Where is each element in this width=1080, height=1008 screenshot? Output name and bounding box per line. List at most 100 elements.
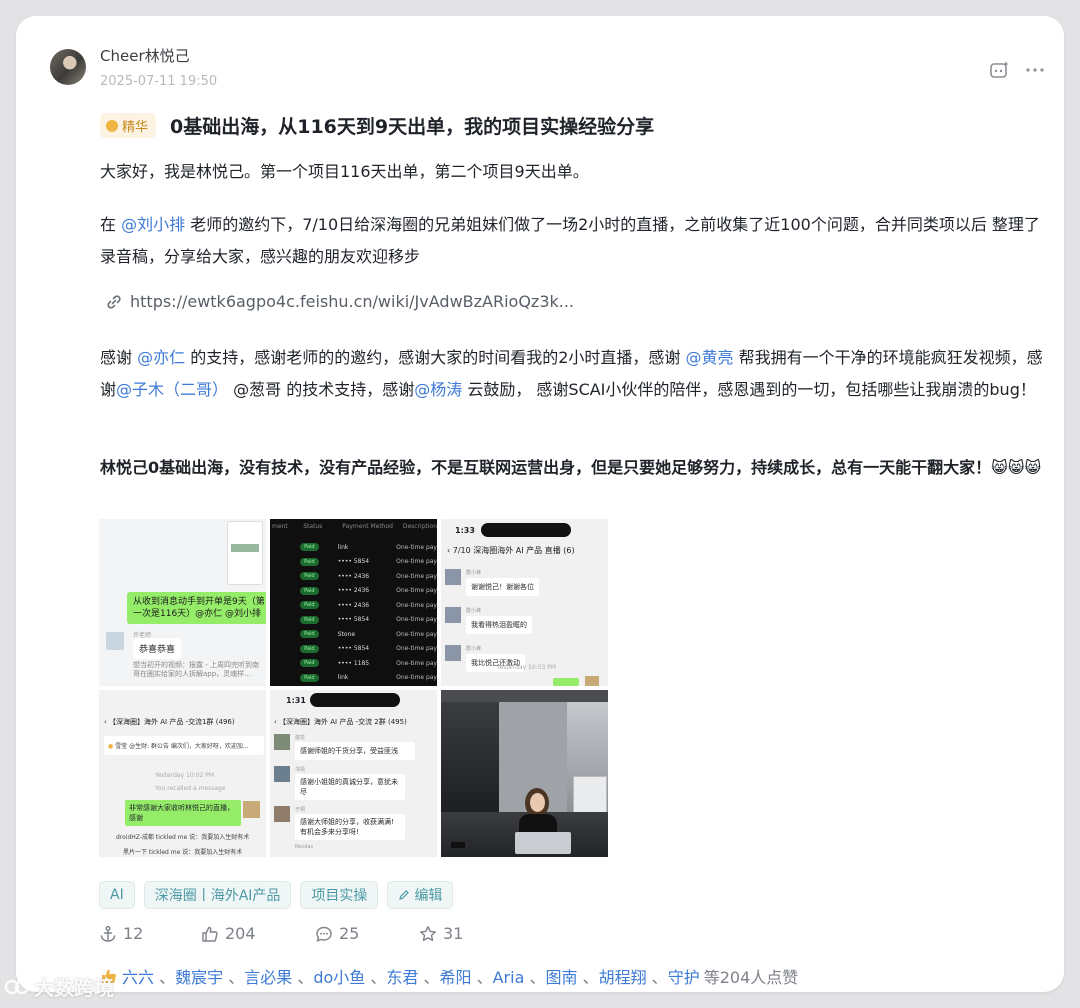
payment-cell: Paid xyxy=(300,601,338,609)
chat-bubble: 谢谢悦己！谢谢各位 xyxy=(466,578,539,596)
title-row: 精华 0基础出海，从116天到9天出单，我的项目实操经验分享 xyxy=(100,112,654,139)
avatar xyxy=(445,569,461,585)
post-title: 0基础出海，从116天到9天出单，我的项目实操经验分享 xyxy=(170,116,655,138)
payment-description: One-time pay xyxy=(396,674,437,681)
image-photo-office[interactable] xyxy=(441,690,608,857)
liker-name[interactable]: 言必果 xyxy=(244,968,292,987)
status-pill: Paid xyxy=(300,601,319,609)
payment-cell: Paid xyxy=(300,572,338,580)
notice-text: 雪莹 @生财: 群公告 编次们，大家好呀，欢迎加... xyxy=(115,743,249,750)
avatar xyxy=(274,734,290,750)
status-pill: Paid xyxy=(300,659,319,667)
liker-name[interactable]: Aria xyxy=(493,968,525,987)
mention-zimu[interactable]: @子木（二哥） xyxy=(116,380,228,399)
ai-assistant-icon[interactable] xyxy=(989,60,1011,80)
text: 林悦己0基础出海，没有技术，没有产品经验，不是互联网运营出身，但是只要她足够努力… xyxy=(100,458,992,477)
dynamic-island xyxy=(310,693,400,707)
payment-method: •••• 1185 xyxy=(337,659,370,667)
mention-huangliang[interactable]: @黄亮 xyxy=(685,348,733,367)
mention-yiren[interactable]: @亦仁 xyxy=(137,348,185,367)
status-time: 1:33 xyxy=(455,526,475,535)
separator: 、 xyxy=(292,968,314,987)
like-stat[interactable]: 204 xyxy=(201,924,315,943)
payment-row: Paid •••• 5854 One-time pay xyxy=(270,556,437,568)
external-link[interactable]: https://ewtk6agpo4c.feishu.cn/wiki/JvAdw… xyxy=(106,292,574,311)
liker-name[interactable]: 魏宸宇 xyxy=(175,968,223,987)
separator: 、 xyxy=(471,968,493,987)
payment-method: Stone xyxy=(337,630,356,638)
liker-name[interactable]: 胡程翔 xyxy=(599,968,647,987)
payment-row: Paid link One-time pay xyxy=(270,672,437,684)
payment-description: One-time pay xyxy=(396,630,437,638)
liker-name[interactable]: 希阳 xyxy=(439,968,471,987)
share-stat[interactable]: 12 xyxy=(99,924,201,943)
post-timestamp: 2025-07-11 19:50 xyxy=(100,74,218,89)
dynamic-island xyxy=(481,523,571,537)
link-url[interactable]: https://ewtk6agpo4c.feishu.cn/wiki/JvAdw… xyxy=(130,292,574,311)
tag-ai[interactable]: AI xyxy=(99,881,135,909)
payment-description: One-time pay xyxy=(396,659,437,667)
author-name[interactable]: Cheer林悦己 xyxy=(100,45,190,66)
anchor-icon xyxy=(100,925,116,942)
payment-method: •••• 5854 xyxy=(337,645,370,652)
payment-description: One-time pay xyxy=(396,616,437,623)
avatar[interactable] xyxy=(50,49,86,85)
payment-row: Paid •••• 2436 One-time pay xyxy=(270,585,437,597)
edit-tags-button[interactable]: 编辑 xyxy=(387,881,454,909)
tag-project[interactable]: 项目实操 xyxy=(300,881,379,909)
payment-row: Paid •••• 5854 One-time pay xyxy=(270,643,437,655)
favorite-count: 31 xyxy=(443,924,464,943)
edit-label: 编辑 xyxy=(414,888,443,904)
favorite-stat[interactable]: 31 xyxy=(419,924,463,943)
liker-name[interactable]: 图南 xyxy=(545,968,577,987)
liker-name[interactable]: 六六 xyxy=(122,968,154,987)
payment-method: •••• 5854 xyxy=(337,558,370,565)
comment-icon xyxy=(316,926,332,942)
tag-shenhaiquan[interactable]: 深海圈丨海外AI产品 xyxy=(143,881,292,909)
chat-time-label: Yesterday 10:02 PM xyxy=(155,772,215,779)
mention-liu[interactable]: @刘小排 xyxy=(121,215,185,234)
comment-count: 25 xyxy=(339,924,360,943)
payment-description: One-time pay xyxy=(396,601,437,609)
avatar xyxy=(445,645,461,661)
status-pill: Paid xyxy=(300,644,319,653)
image-chat-5[interactable]: 1:31 ‹ 【深海圈】海外 AI 产品 -交流 2群 (495) 建龙 感谢师… xyxy=(270,690,437,857)
phone-on-desk xyxy=(451,842,465,848)
chat-time-label: Yesterday 10:03 PM xyxy=(497,664,557,671)
cat-emoji: 😸😸😸 xyxy=(991,458,1042,477)
image-chat-4[interactable]: ‹ 【深海圈】海外 AI 产品 -交流1群 (496) ● 雪莹 @生财: 群公… xyxy=(99,690,266,857)
chat-message: 于桐 感谢大师姐的分享，收获满满! 有机会多来分享呀! xyxy=(274,806,415,840)
chat-text-grey: 想当初开的视频：报露 - 上周四完听到南哥在圈实给家的人拆解app，灵魂样... xyxy=(133,661,259,678)
payment-row: Paid •••• 5854 One-time pay xyxy=(270,614,437,626)
chat-bubble: 感谢师姐的干货分享，受益匪浅 xyxy=(295,742,415,760)
image-chat-3[interactable]: 1:33 ‹ 7/10 深海圈海外 AI 产品 直播 (6) 群小蜂 谢谢悦己！… xyxy=(441,519,608,686)
post-card: Cheer林悦己 2025-07-11 19:50 精华 0基础出海，从116天… xyxy=(16,16,1064,992)
chat-bubble: 我看得热泪盈眶的 xyxy=(466,616,532,634)
star-badge-icon xyxy=(106,119,118,132)
status-pill: Paid xyxy=(300,615,319,624)
chat-bubble-green xyxy=(553,678,579,686)
avatar xyxy=(274,766,290,782)
liker-name[interactable]: do小鱼 xyxy=(313,968,365,987)
paragraph-motto: 林悦己0基础出海，没有技术，没有产品经验，不是互联网运营出身，但是只要她足够努力… xyxy=(100,452,1044,484)
payment-description: One-time pay xyxy=(396,572,437,580)
payment-method: •••• 2436 xyxy=(337,587,370,594)
status-time: 1:31 xyxy=(286,696,306,705)
avatar xyxy=(585,676,599,686)
liker-name[interactable]: 东君 xyxy=(386,968,418,987)
chat-message: 群小蜂 我看得热泪盈眶的 xyxy=(445,607,539,634)
comment-stat[interactable]: 25 xyxy=(315,924,419,943)
link-icon xyxy=(107,294,121,309)
liker-name[interactable]: 守护 xyxy=(668,968,700,987)
chat-message: 群小蜂 谢谢悦己！谢谢各位 xyxy=(445,569,539,596)
col-header: Description xyxy=(402,523,437,530)
more-options-icon[interactable] xyxy=(1024,60,1046,80)
watermark: 大数跨境 xyxy=(4,972,114,1001)
image-payments[interactable]: ment Status Payment Method Description P… xyxy=(270,519,437,686)
payment-row: Paid •••• 1185 One-time pay xyxy=(270,657,437,669)
image-chat-1[interactable]: 从收到消息动手到开单是9天（第一次是116天）@亦仁 @刘小排 许老师 恭喜恭喜… xyxy=(99,519,266,686)
payments-header: ment Status Payment Method Description xyxy=(270,523,437,530)
sender-name: 书情 xyxy=(295,767,306,773)
mention-yangtao[interactable]: @杨涛 xyxy=(414,380,462,399)
person-face xyxy=(530,793,545,812)
